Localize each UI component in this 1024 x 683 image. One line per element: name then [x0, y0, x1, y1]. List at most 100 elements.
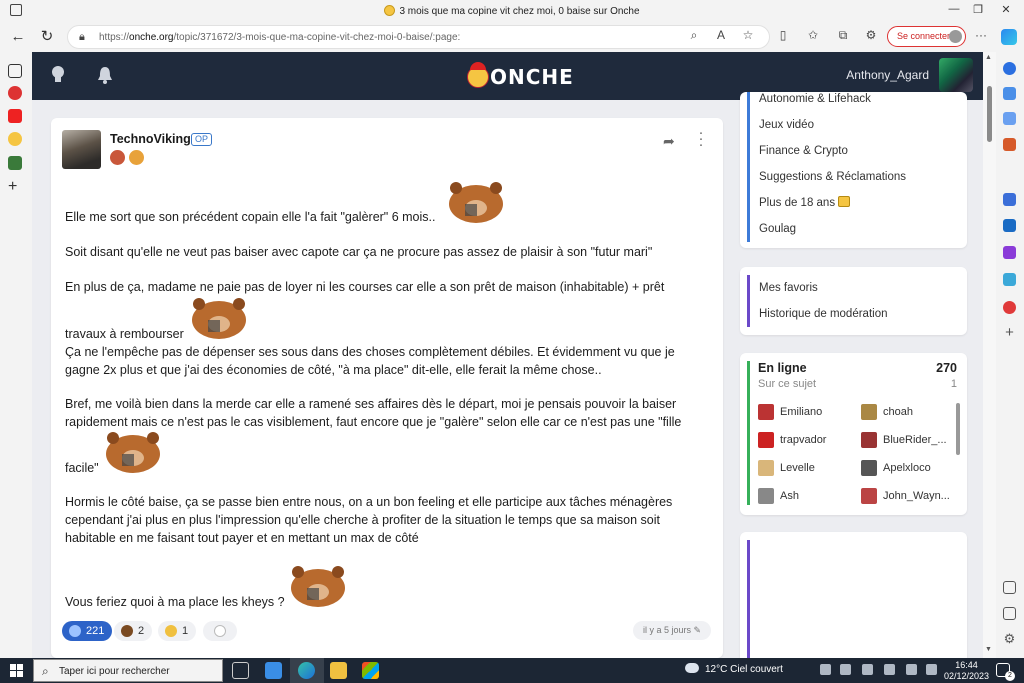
online-scrollbar[interactable] — [956, 403, 960, 455]
online-topic-count: 1 — [950, 378, 957, 390]
tab-panel-icon[interactable] — [8, 64, 22, 78]
maximize-button[interactable]: ❐ — [968, 3, 988, 16]
forums-card: Autonomie & Lifehack Jeux vidéo Finance … — [740, 92, 967, 248]
online-user[interactable]: choah — [861, 404, 961, 422]
onche-tab-icon[interactable] — [8, 132, 22, 146]
add-reaction-button[interactable] — [203, 621, 237, 641]
drop-icon[interactable] — [1003, 273, 1016, 286]
add-sidebar-app-icon[interactable]: + — [1003, 325, 1016, 340]
window-title: 3 mois que ma copine vit chez moi, 0 bai… — [0, 5, 1024, 17]
task-view-icon[interactable] — [232, 662, 249, 679]
favorites-link[interactable]: Mes favoris — [750, 275, 888, 301]
forums-list: Autonomie & Lifehack Jeux vidéo Finance … — [747, 92, 906, 242]
forum-link[interactable]: Plus de 18 ans — [750, 190, 906, 216]
battery-icon[interactable] — [862, 664, 873, 675]
tray-icon[interactable] — [820, 664, 831, 675]
tab-favicon-icon[interactable] — [8, 86, 22, 100]
taskbar-search[interactable]: ⌕ Taper ici pour rechercher — [33, 659, 223, 682]
refresh-button[interactable]: ↻ — [37, 28, 57, 46]
page-viewport: ONCHE Anthony_Agard TechnoViking OP ➦ · ·… — [32, 52, 983, 658]
forum-link[interactable]: Autonomie & Lifehack — [750, 92, 906, 112]
reaction-sad-button[interactable]: 1 — [158, 621, 197, 641]
split-screen-icon[interactable]: ▯ — [775, 28, 791, 42]
outlook-icon[interactable] — [1003, 219, 1016, 232]
file-explorer-icon[interactable] — [330, 662, 347, 679]
sidebar-toggle-icon[interactable] — [1003, 581, 1016, 594]
scroll-thumb[interactable] — [987, 86, 992, 142]
shopping-icon[interactable] — [1003, 112, 1016, 125]
online-user[interactable]: Apelxloco — [861, 460, 961, 478]
address-bar[interactable]: 🔒︎ https://onche.org/topic/371672/3-mois… — [67, 25, 770, 49]
close-window-button[interactable]: ✕ — [996, 3, 1016, 16]
forum-link[interactable]: Finance & Crypto — [750, 138, 906, 164]
online-user[interactable]: BlueRider_... — [861, 432, 961, 450]
taskbar-clock[interactable]: 16:44 02/12/2023 — [944, 660, 989, 682]
read-aloud-icon[interactable]: A — [713, 28, 729, 42]
microsoft-365-icon[interactable] — [1003, 193, 1016, 206]
moderation-history-link[interactable]: Historique de modération — [750, 301, 888, 327]
post-time: il y a 5 jours ✎ — [633, 621, 712, 640]
volume-icon[interactable] — [926, 664, 937, 675]
copilot-icon[interactable] — [1001, 29, 1017, 45]
online-accent-bar — [747, 361, 750, 505]
youtube-tab-icon[interactable] — [8, 109, 22, 123]
app-icon[interactable] — [1003, 301, 1016, 314]
username[interactable]: Anthony_Agard — [846, 68, 929, 82]
open-external-icon[interactable] — [1003, 607, 1016, 620]
wifi-icon[interactable] — [906, 664, 917, 675]
reaction-thumbs-up-button[interactable]: 221 — [62, 621, 113, 641]
network-icon[interactable] — [884, 664, 895, 675]
site-logo[interactable]: ONCHE — [467, 62, 574, 90]
author-name[interactable]: TechnoViking — [110, 132, 191, 146]
weather-widget[interactable]: 12°C Ciel couvert — [685, 663, 783, 675]
extensions-icon[interactable]: ⚙ — [863, 28, 879, 42]
more-options-icon[interactable]: · · · — [696, 125, 706, 152]
online-user[interactable]: Ash — [758, 488, 858, 506]
notification-center-icon[interactable]: 2 — [996, 663, 1015, 681]
share-icon[interactable]: ➦ — [663, 133, 675, 150]
reaction-poop-button[interactable]: 2 — [114, 621, 153, 641]
collections-icon[interactable]: ⧉ — [835, 28, 851, 43]
menu-dots-icon[interactable]: ··· — [973, 28, 989, 42]
back-button[interactable]: ← — [8, 28, 28, 46]
tab-favicon-icon[interactable] — [8, 156, 22, 170]
tools-icon[interactable] — [1003, 138, 1016, 151]
favorite-star-icon[interactable]: ☆ — [740, 28, 756, 42]
scroll-up-icon[interactable]: ▲ — [985, 54, 992, 61]
minimize-button[interactable]: — — [944, 3, 964, 15]
store-icon[interactable] — [362, 662, 379, 679]
online-user[interactable]: Levelle — [758, 460, 858, 478]
online-user[interactable]: Emiliano — [758, 404, 858, 422]
card-accent-bar — [747, 540, 750, 658]
user-avatar[interactable] — [939, 58, 973, 92]
cloud-tray-icon[interactable] — [840, 664, 851, 675]
online-user[interactable]: trapvador — [758, 432, 858, 450]
user-avatar — [758, 432, 774, 448]
post-text: Ça ne l'empêche pas de dépenser ses sous… — [65, 345, 675, 377]
zoom-icon[interactable]: ⌕ — [686, 28, 702, 43]
online-topic-label: Sur ce sujet — [758, 378, 817, 390]
forum-link[interactable]: Jeux vidéo — [750, 112, 906, 138]
forum-link[interactable]: Goulag — [750, 216, 906, 242]
new-tab-icon[interactable]: + — [8, 179, 22, 195]
edge-browser-icon[interactable] — [298, 662, 315, 679]
search-sidebar-icon[interactable] — [1003, 87, 1016, 100]
lock-emoji-icon — [838, 196, 851, 207]
thumbs-up-icon — [69, 625, 81, 637]
post-text: Vous feriez quoi à ma place les kheys ? — [65, 595, 285, 609]
page-scrollbar[interactable]: ▲ ▼ — [983, 52, 996, 658]
sign-in-button[interactable]: Se connecter — [887, 26, 966, 47]
settings-gear-icon[interactable]: ⚙ — [1003, 632, 1016, 646]
post-text: facile" — [65, 461, 99, 475]
designer-icon[interactable] — [1003, 246, 1016, 259]
forum-link[interactable]: Suggestions & Réclamations — [750, 164, 906, 190]
bell-icon[interactable] — [96, 65, 114, 85]
start-button[interactable] — [10, 664, 23, 677]
favorites-icon[interactable]: ✩ — [805, 28, 821, 42]
scroll-down-icon[interactable]: ▼ — [985, 646, 992, 653]
lightbulb-icon[interactable] — [51, 65, 65, 85]
author-avatar[interactable] — [62, 130, 101, 169]
online-user[interactable]: John_Wayn... — [861, 488, 961, 506]
mail-icon[interactable] — [265, 662, 282, 679]
notification-icon[interactable] — [1003, 62, 1016, 75]
